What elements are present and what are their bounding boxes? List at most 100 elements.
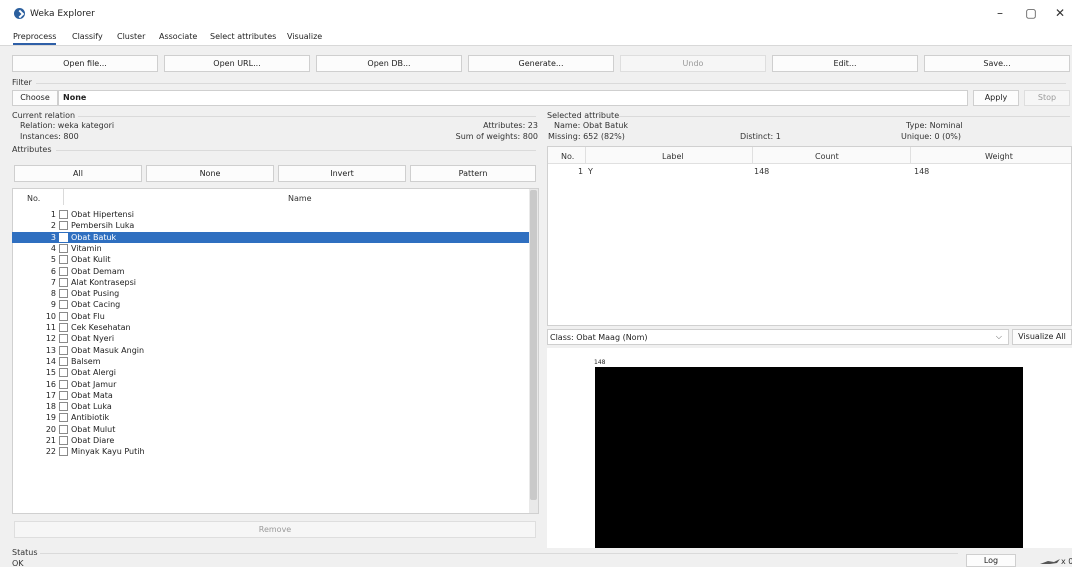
filter-field[interactable]: None	[58, 90, 968, 106]
attribute-row[interactable]: 12 Obat Nyeri	[12, 333, 529, 344]
attribute-row[interactable]: 19 Antibiotik	[12, 412, 529, 423]
select-all-button[interactable]: All	[14, 165, 142, 182]
attribute-checkbox[interactable]	[59, 277, 68, 287]
attribute-row[interactable]: 9 Obat Cacing	[12, 299, 529, 310]
current-relation-label: Current relation	[12, 111, 76, 120]
attribute-row[interactable]: 11 Cek Kesehatan	[12, 322, 529, 333]
attribute-row[interactable]: 5 Obat Kulit	[12, 254, 529, 265]
edit-button[interactable]: Edit...	[772, 55, 918, 72]
tab-cluster[interactable]: Cluster	[117, 32, 145, 41]
tab-classify[interactable]: Classify	[72, 32, 103, 41]
stats-row-weight: 148	[914, 167, 930, 176]
open-file-button[interactable]: Open file...	[12, 55, 158, 72]
stats-row-label: Y	[588, 167, 593, 176]
attribute-row[interactable]: 22 Minyak Kayu Putih	[12, 446, 529, 457]
attributes-divider	[56, 150, 536, 151]
stats-col-label: Label	[662, 152, 684, 161]
attribute-row[interactable]: 13 Obat Masuk Angin	[12, 345, 529, 356]
close-icon[interactable]: ✕	[1050, 6, 1070, 20]
attribute-checkbox[interactable]	[59, 210, 68, 219]
attribute-row[interactable]: 8 Obat Pusing	[12, 288, 529, 299]
attribute-checkbox[interactable]	[59, 289, 68, 299]
open-url-button[interactable]: Open URL...	[164, 55, 310, 72]
attribute-row[interactable]: 6 Obat Demam	[12, 266, 529, 277]
attribute-row[interactable]: 21 Obat Diare	[12, 435, 529, 446]
undo-button[interactable]: Undo	[620, 55, 766, 72]
attribute-checkbox[interactable]	[59, 356, 68, 366]
attribute-checkbox[interactable]	[59, 390, 68, 400]
stats-row-no: 1	[578, 167, 584, 176]
attribute-row[interactable]: 10 Obat Flu	[12, 311, 529, 322]
filter-label: Filter	[12, 78, 32, 87]
attribute-row-number: 11	[45, 323, 56, 332]
remove-button[interactable]: Remove	[14, 521, 536, 538]
pattern-button[interactable]: Pattern	[410, 165, 536, 182]
attribute-row-name: Obat Flu	[71, 311, 105, 321]
attributes-col-name: Name	[288, 194, 312, 203]
attribute-row-number: 17	[45, 390, 56, 400]
attribute-row-name: Obat Mulut	[71, 424, 116, 434]
attribute-checkbox[interactable]	[59, 379, 68, 389]
attribute-row-name: Obat Alergi	[71, 368, 117, 378]
attribute-row[interactable]: 16 Obat Jamur	[12, 379, 529, 390]
attribute-checkbox[interactable]	[59, 413, 68, 423]
open-db-button[interactable]: Open DB...	[316, 55, 462, 72]
visualize-all-button[interactable]: Visualize All	[1012, 329, 1072, 345]
attribute-row[interactable]: 14 Balsem	[12, 356, 529, 367]
attribute-row[interactable]: 1 Obat Hipertensi	[12, 209, 529, 220]
tab-visualize[interactable]: Visualize	[287, 32, 322, 41]
maximize-icon[interactable]: ▢	[1021, 6, 1041, 20]
attribute-checkbox[interactable]	[59, 300, 68, 310]
stop-button[interactable]: Stop	[1024, 90, 1070, 106]
attribute-row[interactable]: 7 Alat Kontrasepsi	[12, 277, 529, 288]
attribute-row-name: Alat Kontrasepsi	[71, 277, 136, 287]
attribute-row[interactable]: 3 Obat Batuk	[12, 231, 529, 243]
tab-preprocess[interactable]: Preprocess	[13, 32, 57, 45]
attributes-scroll-thumb[interactable]	[530, 190, 537, 500]
generate-button[interactable]: Generate...	[468, 55, 614, 72]
attribute-checkbox[interactable]	[59, 243, 68, 253]
tab-select-attributes[interactable]: Select attributes	[210, 32, 276, 41]
status-label: Status	[12, 548, 38, 557]
attribute-checkbox[interactable]	[59, 424, 68, 434]
attribute-checkbox[interactable]	[59, 232, 68, 242]
choose-button[interactable]: Choose	[12, 90, 58, 106]
attribute-row-number: 6	[50, 266, 56, 276]
save-button[interactable]: Save...	[924, 55, 1070, 72]
attribute-checkbox[interactable]	[59, 447, 68, 457]
relation-sum-weights: Sum of weights: 800	[455, 132, 538, 141]
apply-button[interactable]: Apply	[973, 90, 1019, 106]
attribute-checkbox[interactable]	[59, 345, 68, 355]
attribute-checkbox[interactable]	[59, 255, 68, 265]
log-button[interactable]: Log	[966, 554, 1016, 567]
status-text: OK	[12, 559, 24, 567]
tab-associate[interactable]: Associate	[159, 32, 197, 41]
attribute-row[interactable]: 4 Vitamin	[12, 243, 529, 254]
attribute-row[interactable]: 2 Pembersih Luka	[12, 220, 529, 231]
attribute-checkbox[interactable]	[59, 323, 68, 332]
selected-attribute-type: Type: Nominal	[906, 121, 963, 130]
attribute-row-number: 22	[45, 447, 56, 457]
attribute-checkbox[interactable]	[59, 402, 68, 412]
attribute-row-name: Antibiotik	[71, 413, 110, 423]
attribute-row[interactable]: 20 Obat Mulut	[12, 424, 529, 435]
attribute-row-name: Obat Hipertensi	[71, 210, 135, 219]
relation-attributes: Attributes: 23	[483, 121, 538, 130]
label-stats-table	[547, 146, 1072, 326]
attribute-row[interactable]: 15 Obat Alergi	[12, 367, 529, 378]
attribute-row[interactable]: 17 Obat Mata	[12, 390, 529, 401]
attribute-row[interactable]: 18 Obat Luka	[12, 401, 529, 412]
invert-button[interactable]: Invert	[278, 165, 406, 182]
weka-bird-icon	[1040, 558, 1060, 564]
attribute-checkbox[interactable]	[59, 334, 68, 344]
stats-sep-1	[585, 147, 586, 164]
attribute-checkbox[interactable]	[59, 436, 68, 445]
selected-attribute-divider	[618, 116, 1070, 117]
attribute-checkbox[interactable]	[59, 266, 68, 276]
select-none-button[interactable]: None	[146, 165, 274, 182]
attribute-checkbox[interactable]	[59, 311, 68, 321]
class-dropdown[interactable]: Class: Obat Maag (Nom) ⌵	[547, 329, 1009, 345]
attribute-checkbox[interactable]	[59, 221, 68, 231]
minimize-icon[interactable]: –	[990, 6, 1010, 20]
attribute-checkbox[interactable]	[59, 368, 68, 378]
